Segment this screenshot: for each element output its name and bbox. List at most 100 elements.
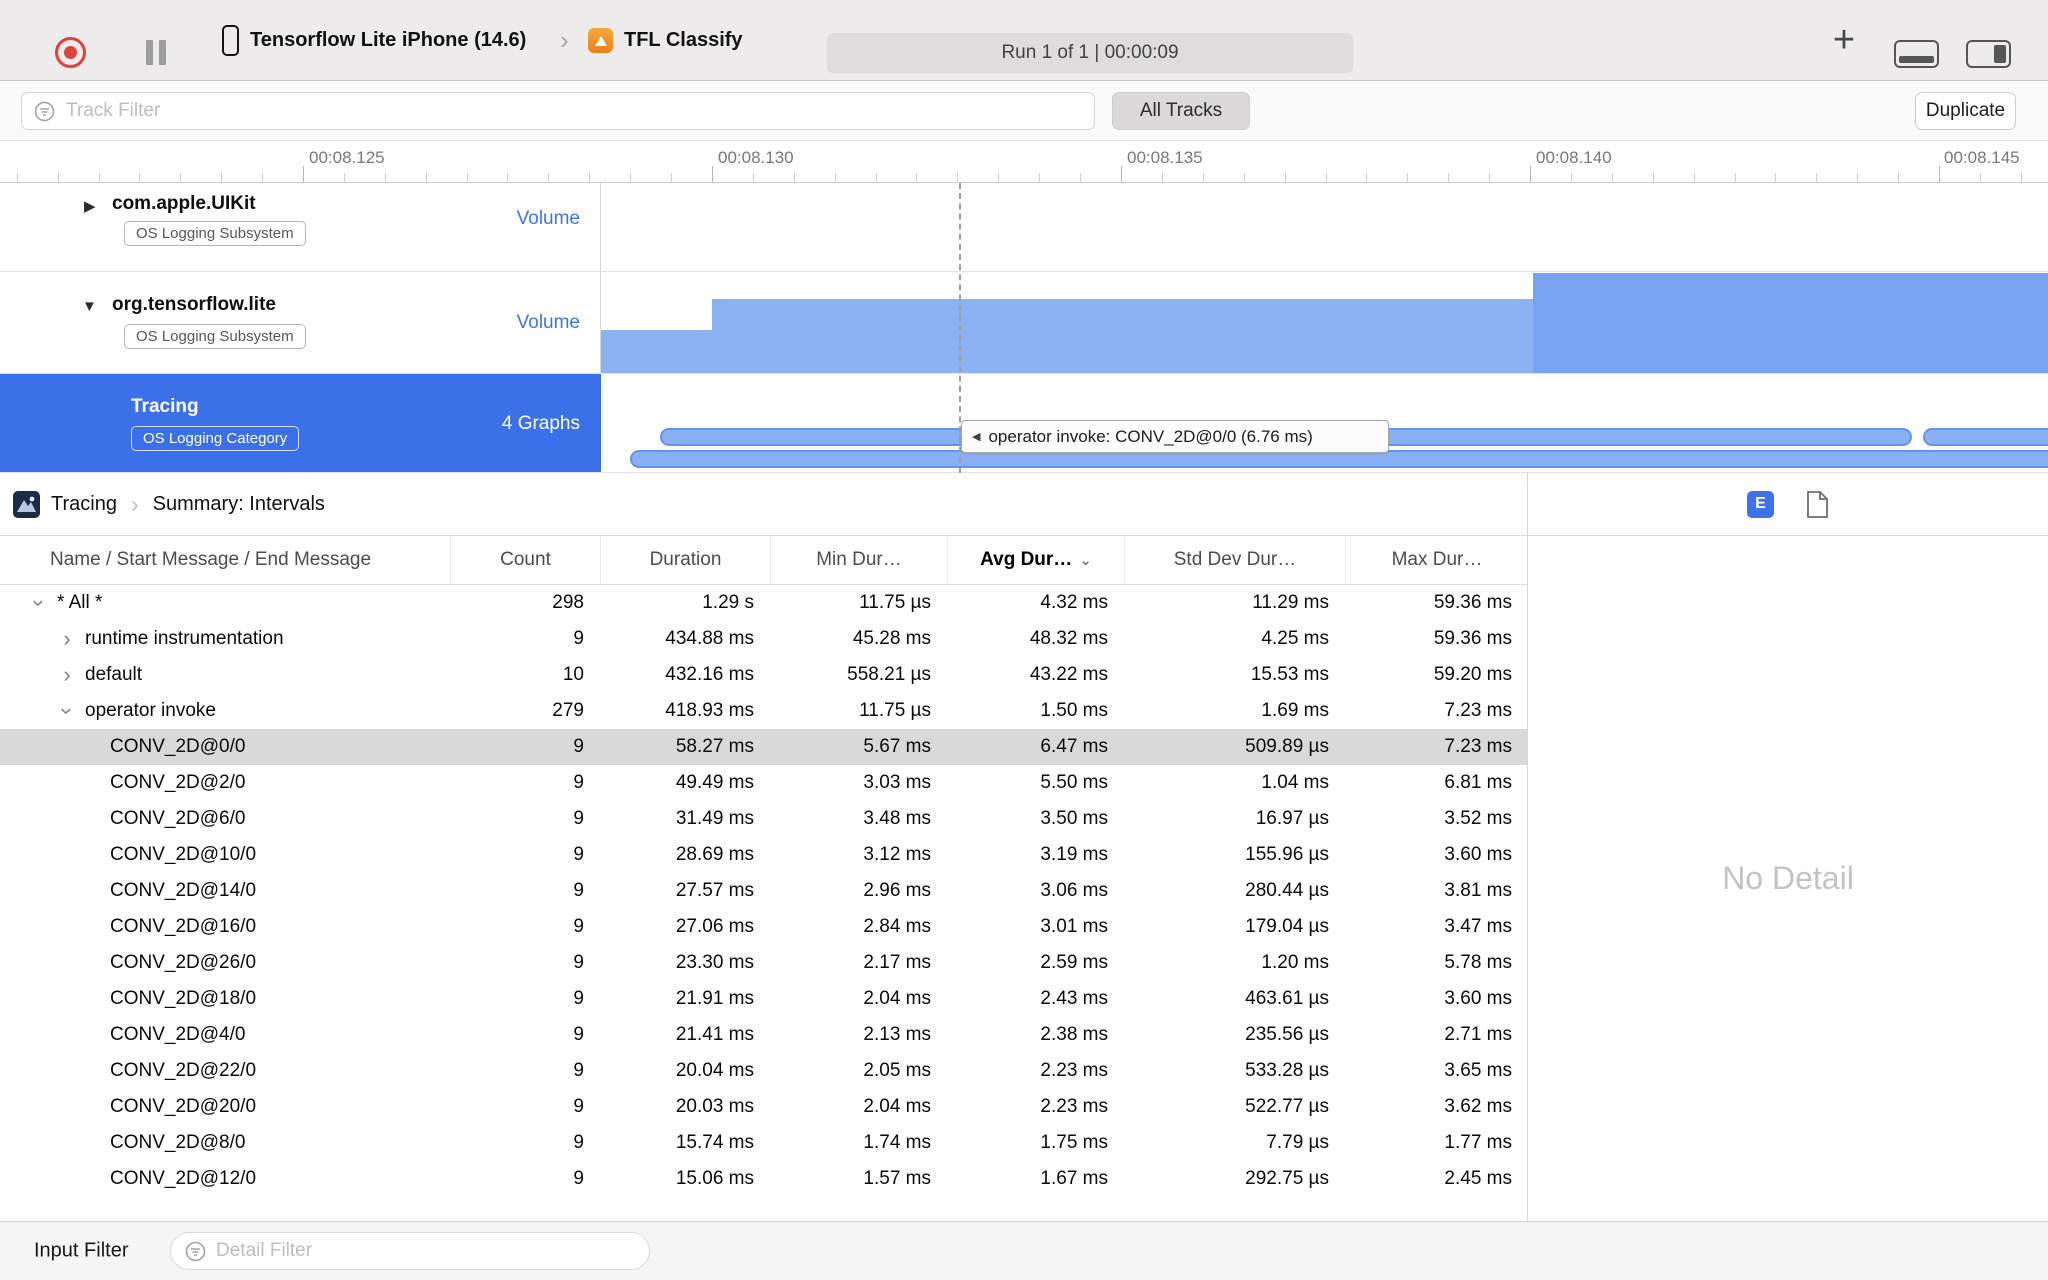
track-head-tensorflow[interactable]: ▼ org.tensorflow.lite OS Logging Subsyst… bbox=[0, 272, 601, 373]
interval-bar[interactable] bbox=[1923, 428, 2048, 446]
column-header-min[interactable]: Min Dur… bbox=[770, 536, 947, 584]
ruler-tick bbox=[957, 173, 958, 182]
track-graph-tracing[interactable]: ◀ operator invoke: CONV_2D@0/0 (6.76 ms) bbox=[601, 374, 2048, 472]
track-meta-label: 4 Graphs bbox=[501, 413, 580, 434]
table-row[interactable]: CONV_2D@4/0 9 21.41 ms 2.13 ms 2.38 ms 235.56… bbox=[0, 1017, 1527, 1053]
row-name: default bbox=[85, 664, 143, 685]
row-min-cell: 2.04 ms bbox=[863, 1096, 931, 1117]
table-row[interactable]: CONV_2D@18/0 9 21.91 ms 2.04 ms 2.43 ms 463.6… bbox=[0, 981, 1527, 1017]
track-badge: OS Logging Category bbox=[131, 426, 300, 451]
toggle-right-pane-button[interactable] bbox=[1966, 40, 2011, 68]
row-name-cell: CONV_2D@10/0 bbox=[0, 844, 450, 866]
breadcrumb-item-summary[interactable]: Summary: Intervals bbox=[153, 493, 325, 516]
filter-icon bbox=[34, 101, 55, 121]
row-min-cell: 2.04 ms bbox=[863, 988, 931, 1009]
row-duration-cell: 27.06 ms bbox=[675, 916, 754, 937]
table-row[interactable]: › runtime instrumentation 9 434.88 ms 45.28 … bbox=[0, 621, 1527, 657]
track-head-uikit[interactable]: ▶ com.apple.UIKit OS Logging Subsystem V… bbox=[0, 183, 601, 271]
table-row[interactable]: CONV_2D@14/0 9 27.57 ms 2.96 ms 3.06 ms 280.4… bbox=[0, 873, 1527, 909]
table-row[interactable]: › operator invoke 279 418.93 ms 11.75 µs 1.50… bbox=[0, 693, 1527, 729]
row-name-cell: CONV_2D@6/0 bbox=[0, 808, 450, 830]
table-row[interactable]: CONV_2D@6/0 9 31.49 ms 3.48 ms 3.50 ms 16.97 … bbox=[0, 801, 1527, 837]
row-avg-cell: 1.67 ms bbox=[1040, 1168, 1108, 1189]
ruler-tick bbox=[794, 173, 795, 182]
row-name: CONV_2D@18/0 bbox=[110, 988, 257, 1009]
row-count-cell: 9 bbox=[573, 1024, 584, 1045]
row-avg-cell: 5.50 ms bbox=[1040, 772, 1108, 793]
row-count-cell: 9 bbox=[573, 1132, 584, 1153]
add-instrument-button[interactable]: + bbox=[1826, 0, 1862, 81]
target-selector[interactable]: TFL Classify bbox=[588, 0, 743, 81]
table-row[interactable]: CONV_2D@22/0 9 20.04 ms 2.05 ms 2.23 ms 533.2… bbox=[0, 1053, 1527, 1089]
table-row[interactable]: › default 10 432.16 ms 558.21 µs 43.22 ms 15.5… bbox=[0, 657, 1527, 693]
ruler-tick bbox=[753, 173, 754, 182]
row-max-cell: 1.77 ms bbox=[1444, 1132, 1512, 1153]
no-detail-text: No Detail bbox=[1722, 860, 1854, 896]
track-name: com.apple.UIKit bbox=[112, 193, 256, 214]
row-max-cell: 3.60 ms bbox=[1444, 988, 1512, 1009]
table-row[interactable]: CONV_2D@20/0 9 20.03 ms 2.04 ms 2.23 ms 522.7… bbox=[0, 1089, 1527, 1125]
row-name-cell: CONV_2D@4/0 bbox=[0, 1024, 450, 1046]
column-header-name[interactable]: Name / Start Message / End Message bbox=[0, 536, 450, 584]
table-row[interactable]: CONV_2D@8/0 9 15.74 ms 1.74 ms 1.75 ms 7.79 µ… bbox=[0, 1125, 1527, 1161]
row-std-cell: 509.89 µs bbox=[1245, 736, 1329, 757]
table-row[interactable]: CONV_2D@2/0 9 49.49 ms 3.03 ms 5.50 ms 1.04 m… bbox=[0, 765, 1527, 801]
ruler-tick bbox=[1366, 173, 1367, 182]
duplicate-button[interactable]: Duplicate bbox=[1915, 92, 2016, 130]
track-filter-input[interactable]: Track Filter bbox=[21, 92, 1095, 130]
table-row[interactable]: CONV_2D@10/0 9 28.69 ms 3.12 ms 3.19 ms 155.9… bbox=[0, 837, 1527, 873]
table-row[interactable]: CONV_2D@0/0 9 58.27 ms 5.67 ms 6.47 ms 509.89… bbox=[0, 729, 1527, 765]
ruler-time-label: 00:08.125 bbox=[309, 148, 385, 167]
pause-button[interactable] bbox=[146, 40, 170, 65]
ruler-tick bbox=[385, 173, 386, 182]
column-header-count[interactable]: Count bbox=[450, 536, 600, 584]
track-graph-uikit[interactable] bbox=[601, 183, 2048, 271]
column-header-max[interactable]: Max Dur… bbox=[1345, 536, 1528, 584]
tooltip-arrow-icon: ◀ bbox=[972, 431, 981, 443]
track-head-tracing[interactable]: Tracing OS Logging Category 4 Graphs bbox=[0, 374, 601, 472]
bottom-pane-icon bbox=[1899, 56, 1934, 63]
row-min-cell: 11.75 µs bbox=[859, 700, 931, 721]
all-tracks-button[interactable]: All Tracks bbox=[1112, 92, 1250, 130]
disclosure-down-icon[interactable]: ▼ bbox=[82, 298, 97, 315]
ruler-tick bbox=[1653, 173, 1654, 182]
row-name-cell: › default bbox=[0, 664, 450, 686]
disclosure-down-icon[interactable]: › bbox=[27, 593, 52, 613]
disclosure-right-icon[interactable]: › bbox=[57, 664, 77, 686]
track-graph-volume[interactable] bbox=[601, 272, 2048, 373]
column-header-duration[interactable]: Duration bbox=[600, 536, 770, 584]
table-row[interactable]: CONV_2D@12/0 9 15.06 ms 1.57 ms 1.67 ms 292.7… bbox=[0, 1161, 1527, 1197]
row-count-cell: 9 bbox=[573, 1168, 584, 1189]
record-button[interactable] bbox=[55, 37, 86, 68]
disclosure-right-icon[interactable]: › bbox=[57, 628, 77, 650]
ruler-tick bbox=[1407, 173, 1408, 182]
row-max-cell: 3.52 ms bbox=[1444, 808, 1512, 829]
breadcrumb: Tracing › Summary: Intervals bbox=[0, 473, 1528, 535]
column-header-avg[interactable]: Avg Dur… ⌄ bbox=[947, 536, 1124, 584]
breadcrumb-item-tracing[interactable]: Tracing bbox=[51, 493, 117, 516]
row-min-cell: 1.74 ms bbox=[863, 1132, 931, 1153]
ruler-tick bbox=[1285, 173, 1286, 182]
track-row-uikit[interactable]: ▶ com.apple.UIKit OS Logging Subsystem V… bbox=[0, 183, 2048, 272]
toggle-bottom-pane-button[interactable] bbox=[1894, 40, 1939, 68]
table-row[interactable]: CONV_2D@16/0 9 27.06 ms 2.84 ms 3.01 ms 179.0… bbox=[0, 909, 1527, 945]
device-selector[interactable]: Tensorflow Lite iPhone (14.6) bbox=[222, 0, 526, 81]
row-count-cell: 9 bbox=[573, 808, 584, 829]
track-row-tracing[interactable]: Tracing OS Logging Category 4 Graphs ◀ o… bbox=[0, 374, 2048, 473]
table-row[interactable]: › * All * 298 1.29 s 11.75 µs 4.32 ms 11.29 ms… bbox=[0, 585, 1527, 621]
ruler-tick bbox=[344, 173, 345, 182]
extended-detail-button[interactable]: E bbox=[1747, 490, 1774, 518]
disclosure-right-icon[interactable]: ▶ bbox=[84, 197, 96, 215]
row-min-cell: 2.13 ms bbox=[863, 1024, 931, 1045]
row-max-cell: 2.71 ms bbox=[1444, 1024, 1512, 1045]
document-icon[interactable] bbox=[1806, 490, 1829, 519]
table-row[interactable]: CONV_2D@26/0 9 23.30 ms 2.17 ms 2.59 ms 1.20 … bbox=[0, 945, 1527, 981]
row-duration-cell: 15.74 ms bbox=[675, 1132, 754, 1153]
ruler-time-label: 00:08.135 bbox=[1127, 148, 1203, 167]
track-row-tensorflow[interactable]: ▼ org.tensorflow.lite OS Logging Subsyst… bbox=[0, 272, 2048, 374]
disclosure-down-icon[interactable]: › bbox=[55, 701, 80, 721]
column-header-stddev[interactable]: Std Dev Dur… bbox=[1124, 536, 1345, 584]
row-name: CONV_2D@14/0 bbox=[110, 880, 257, 901]
detail-filter-input[interactable]: Detail Filter bbox=[170, 1232, 650, 1270]
ruler-tick bbox=[1775, 173, 1776, 182]
